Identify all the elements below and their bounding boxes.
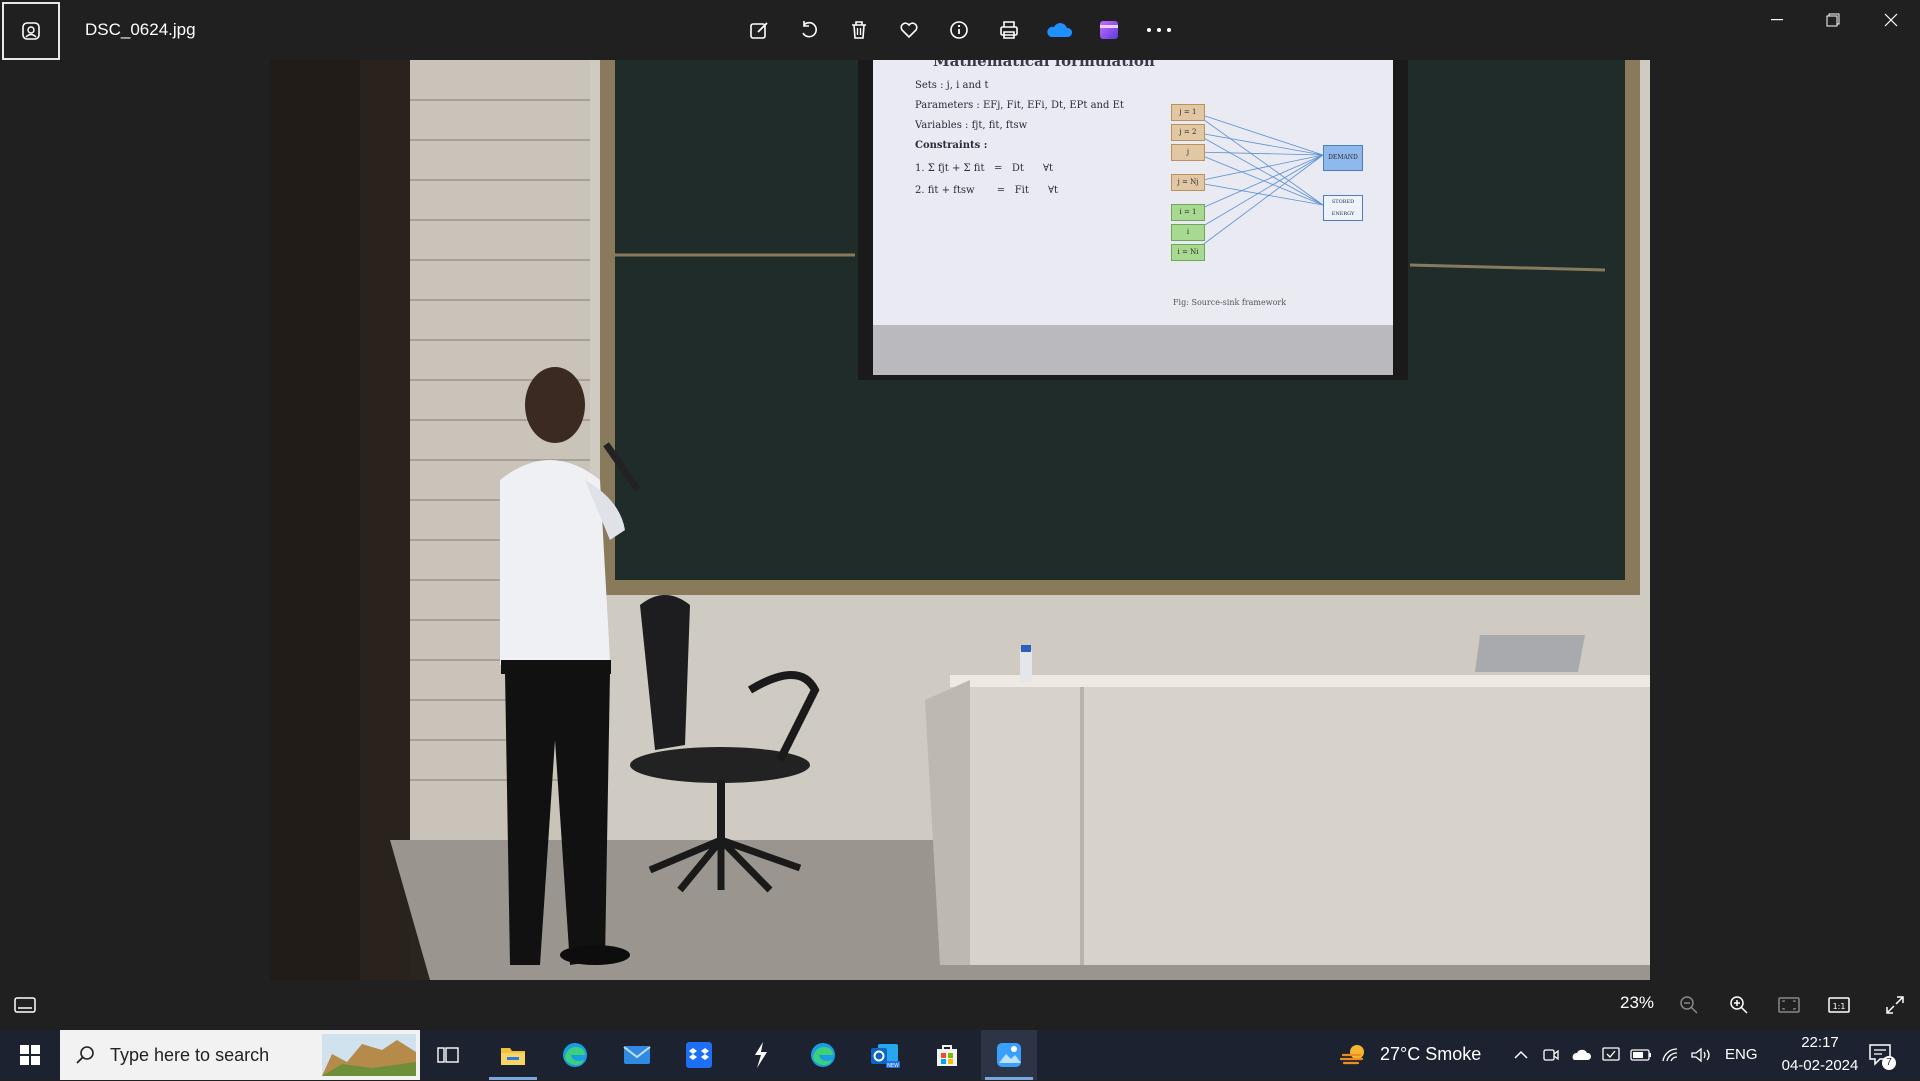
battery-icon[interactable] [1630, 1044, 1652, 1066]
onedrive-tray-icon[interactable] [1570, 1044, 1592, 1066]
dropbox-icon[interactable] [671, 1030, 727, 1080]
edge-icon[interactable] [547, 1030, 603, 1080]
favorite-heart-icon[interactable] [893, 14, 925, 46]
close-button[interactable] [1868, 6, 1914, 34]
rotate-icon[interactable] [793, 14, 825, 46]
file-explorer-icon[interactable] [485, 1030, 541, 1080]
clipchamp-icon[interactable] [1093, 14, 1125, 46]
start-button[interactable] [0, 1030, 60, 1080]
volume-icon[interactable] [1690, 1044, 1712, 1066]
mail-icon[interactable] [609, 1030, 665, 1080]
weather-text[interactable]: 27°C Smoke [1380, 1044, 1481, 1065]
outlook-new-icon[interactable]: NEW [857, 1030, 913, 1080]
photos-app-icon[interactable] [2, 2, 60, 60]
delete-icon[interactable] [843, 14, 875, 46]
projected-slide: Mathematical formulation Sets : j, i and… [873, 60, 1393, 325]
zoom-out-icon[interactable] [1674, 990, 1704, 1020]
more-icon[interactable] [1143, 14, 1175, 46]
chevron-up-icon[interactable] [1510, 1044, 1532, 1066]
node-new-1: i = 1 [1171, 204, 1205, 221]
clock-date[interactable]: 04-02-2024 [1770, 1057, 1870, 1074]
filmstrip-icon[interactable] [10, 990, 40, 1020]
node-existing-2: j = 2 [1171, 124, 1205, 141]
fullscreen-icon[interactable] [1880, 990, 1910, 1020]
zoom-in-icon[interactable] [1724, 990, 1754, 1020]
slide-caption: Fig: Source-sink framework [1173, 298, 1287, 307]
info-icon[interactable] [943, 14, 975, 46]
slide-parameters: Parameters : EFj, Fit, EFi, Dt, EPt and … [915, 100, 1124, 111]
file-name: DSC_0624.jpg [85, 20, 196, 39]
node-stored-energy: STORED ENERGY [1323, 195, 1363, 221]
actual-size-icon[interactable]: 1:1 [1824, 990, 1854, 1020]
security-center-icon[interactable] [1600, 1044, 1622, 1066]
slide-sets: Sets : j, i and t [915, 80, 989, 91]
wifi-icon[interactable] [1660, 1044, 1682, 1066]
edit-image-icon[interactable] [743, 14, 775, 46]
minimize-button[interactable] [1754, 6, 1800, 34]
node-existing-1: j = 1 [1171, 104, 1205, 121]
onedrive-icon[interactable] [1043, 14, 1075, 46]
svg-text:NEW: NEW [887, 1063, 899, 1069]
slide-equation-2: 2. fit + ftsw = Fit ∀t [915, 185, 1059, 196]
fit-to-window-icon[interactable] [1774, 990, 1804, 1020]
slide-variables: Variables : fjt, fit, ftsw [915, 120, 1028, 131]
clock-time[interactable]: 22:17 [1790, 1034, 1850, 1051]
photos-taskbar-icon[interactable] [981, 1030, 1037, 1080]
microsoft-store-icon[interactable] [919, 1030, 975, 1080]
node-existing-j: j [1171, 144, 1205, 161]
bolt-app-icon[interactable] [733, 1030, 789, 1080]
task-view-icon[interactable] [420, 1030, 476, 1080]
print-icon[interactable] [993, 14, 1025, 46]
meet-now-icon[interactable] [1540, 1044, 1562, 1066]
search-icon [74, 1044, 96, 1071]
node-new-n: i = Ni [1171, 244, 1205, 261]
weather-smoke-icon[interactable] [1339, 1040, 1370, 1075]
photo: Mathematical formulation Sets : j, i and… [270, 60, 1650, 980]
node-demand: DEMAND [1323, 145, 1363, 171]
svg-text:1:1: 1:1 [1833, 1002, 1846, 1011]
zoom-level: 23% [1620, 993, 1655, 1012]
node-new-i: i [1171, 224, 1205, 241]
slide-equation-1: 1. Σ fjt + Σ fit = Dt ∀t [915, 163, 1054, 174]
search-placeholder: Type here to search [110, 1045, 270, 1065]
notification-center-icon[interactable]: 7 [1868, 1042, 1898, 1072]
search-highlight-image[interactable] [322, 1034, 416, 1076]
restore-button[interactable] [1810, 6, 1856, 34]
notification-count-badge: 7 [1882, 1056, 1896, 1070]
node-existing-n: j = Nj [1171, 174, 1205, 191]
input-language[interactable]: ENG [1725, 1046, 1758, 1063]
slide-constraints: Constraints : [915, 140, 988, 151]
taskbar-search-box[interactable]: Type here to search [60, 1030, 420, 1080]
edge-beta-icon[interactable] [795, 1030, 851, 1080]
slide-heading: Mathematical formulation [933, 60, 1155, 70]
